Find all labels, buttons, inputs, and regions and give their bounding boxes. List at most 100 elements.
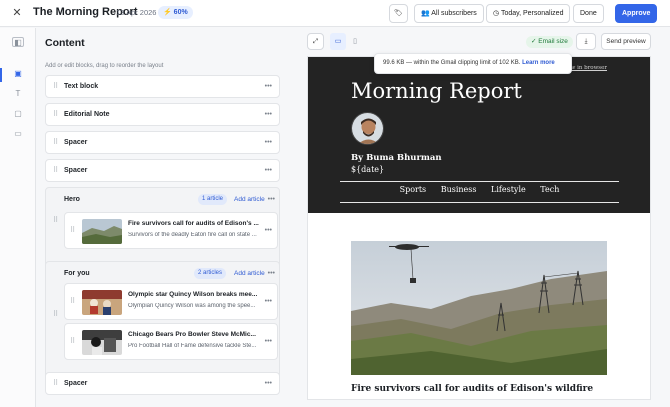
drag-handle-icon[interactable]: ⠿ [53, 311, 59, 318]
email-nav: Sports Business Lifestyle Tech [340, 185, 619, 194]
content-panel: Content Add or edit blocks, drag to reor… [37, 28, 291, 407]
desktop-icon[interactable]: ▭ [330, 33, 346, 50]
block-spacer[interactable]: ⠿ Spacer ••• [45, 159, 280, 182]
learn-more-link[interactable]: Learn more [522, 60, 555, 66]
article-item[interactable]: ⠿ Olympic star Quincy Wilson breaks mee.… [64, 283, 278, 320]
article-summary: Olympian Quincy Wilson was among the spe… [128, 303, 256, 309]
drag-handle-icon[interactable]: ⠿ [53, 167, 59, 174]
tag-icon: 🏷 [394, 10, 403, 17]
email-size-label: Email size [538, 38, 568, 45]
article-thumbnail [82, 219, 122, 244]
email-size-badge[interactable]: ✓ Email size [526, 36, 573, 48]
active-indicator [0, 68, 2, 82]
drag-handle-icon[interactable]: ⠿ [53, 139, 59, 146]
block-editorial-note[interactable]: ⠿ Editorial Note ••• [45, 103, 280, 126]
add-article-link[interactable]: Add article [234, 270, 265, 277]
group-label: Hero [64, 196, 80, 203]
block-label: Editorial Note [64, 111, 110, 118]
divider [340, 202, 619, 203]
block-label: Spacer [64, 167, 88, 174]
nav-item-tech[interactable]: Tech [540, 185, 559, 194]
article-summary: Survivors of the deadly Eaton fire call … [128, 232, 257, 238]
send-preview-button[interactable]: Send preview [601, 33, 651, 50]
drag-handle-icon[interactable]: ⠿ [53, 217, 59, 224]
group-label: For you [64, 270, 90, 277]
block-label: Text block [64, 83, 99, 90]
hero-article-headline: Fire survivors call for audits of Edison… [351, 384, 594, 394]
nav-item-sports[interactable]: Sports [400, 185, 427, 194]
sidebar-toggle-icon[interactable]: ◧ [12, 37, 24, 47]
article-thumbnail [82, 290, 122, 315]
blocks-icon[interactable]: ▣ [12, 69, 24, 79]
drag-handle-icon[interactable]: ⠿ [53, 111, 59, 118]
expand-button[interactable]: ⤢ [307, 33, 324, 50]
check-circle-icon: ✓ [531, 38, 537, 45]
content-hint: Add or edit blocks, drag to reorder the … [45, 63, 164, 69]
article-count-badge: 2 articles [194, 268, 227, 279]
more-icon[interactable]: ••• [265, 167, 272, 174]
drag-handle-icon[interactable]: ⠿ [70, 227, 76, 234]
drag-handle-icon[interactable]: ⠿ [53, 83, 59, 90]
more-icon[interactable]: ••• [268, 196, 275, 203]
hero-article-image [351, 241, 607, 375]
left-rail: ◧ ▣ T ▢ ▭ [0, 28, 36, 407]
done-button[interactable]: Done [573, 4, 604, 23]
download-icon: ⤓ [584, 38, 588, 45]
clock-icon: ◷ [493, 10, 500, 17]
score-value: 60% [173, 9, 188, 16]
more-icon[interactable]: ••• [265, 227, 272, 234]
lightning-icon: ⚡ [163, 9, 172, 16]
score-badge: ⚡ 60% [158, 6, 193, 19]
users-icon: 👥 [421, 10, 430, 17]
top-bar: ✕ The Morning Report 13 Apr 2026 ⚡ 60% 🏷… [0, 0, 670, 27]
email-brand-title: Morning Report [351, 79, 522, 103]
drag-handle-icon[interactable]: ⠿ [53, 380, 59, 387]
email-size-tooltip: 99.6 KB — within the Gmail clipping limi… [374, 53, 572, 74]
issue-date: 13 Apr 2026 [116, 8, 157, 17]
approve-button[interactable]: Approve [615, 4, 658, 23]
block-spacer[interactable]: ⠿ Spacer ••• [45, 372, 280, 395]
add-article-link[interactable]: Add article [234, 196, 265, 203]
more-icon[interactable]: ••• [265, 298, 272, 305]
more-icon[interactable]: ••• [265, 111, 272, 118]
drag-handle-icon[interactable]: ⠿ [70, 298, 76, 305]
tag-button[interactable]: 🏷 [389, 4, 408, 23]
expand-icon: ⤢ [312, 38, 319, 45]
tooltip-text: 99.6 KB — within the Gmail clipping limi… [383, 60, 521, 66]
date-placeholder: ${date} [351, 165, 385, 174]
mobile-icon[interactable]: ▯ [347, 33, 363, 50]
block-text[interactable]: ⠿ Text block ••• [45, 75, 280, 98]
nav-item-lifestyle[interactable]: Lifestyle [491, 185, 526, 194]
author-byline: By Buma Bhurman [351, 153, 442, 163]
divider [340, 181, 619, 182]
more-icon[interactable]: ••• [265, 139, 272, 146]
more-icon[interactable]: ••• [265, 83, 272, 90]
article-summary: Pro Football Hall of Fame defensive tack… [128, 343, 257, 349]
email-preview: View in browser Morning Report By Buma B… [307, 56, 651, 400]
layout-icon[interactable]: ▢ [12, 109, 24, 119]
close-icon[interactable]: ✕ [10, 6, 24, 20]
drag-handle-icon[interactable]: ⠿ [70, 338, 76, 345]
author-avatar [351, 112, 384, 145]
article-title: Fire survivors call for audits of Edison… [128, 220, 259, 227]
article-item[interactable]: ⠿ Chicago Bears Pro Bowler Steve McMic..… [64, 323, 278, 360]
page-icon[interactable]: ▭ [12, 129, 24, 139]
block-label: Spacer [64, 139, 88, 146]
nav-item-business[interactable]: Business [441, 185, 477, 194]
audience-button[interactable]: 👥 All subscribers [414, 4, 484, 23]
article-item[interactable]: ⠿ Fire survivors call for audits of Edis… [64, 212, 278, 249]
block-label: Spacer [64, 380, 88, 387]
download-button[interactable]: ⤓ [576, 33, 596, 50]
device-toggle: ▭ ▯ [330, 33, 364, 50]
article-count-badge: 1 article [198, 194, 228, 205]
more-icon[interactable]: ••• [265, 380, 272, 387]
text-icon[interactable]: T [12, 89, 24, 99]
block-spacer[interactable]: ⠿ Spacer ••• [45, 131, 280, 154]
more-icon[interactable]: ••• [265, 338, 272, 345]
schedule-button[interactable]: ◷ Today, Personalized [486, 4, 571, 23]
article-thumbnail [82, 330, 122, 355]
article-title: Chicago Bears Pro Bowler Steve McMic... [128, 331, 256, 338]
audience-label: All subscribers [431, 10, 477, 17]
schedule-label: Today, Personalized [500, 10, 564, 17]
more-icon[interactable]: ••• [268, 270, 275, 277]
